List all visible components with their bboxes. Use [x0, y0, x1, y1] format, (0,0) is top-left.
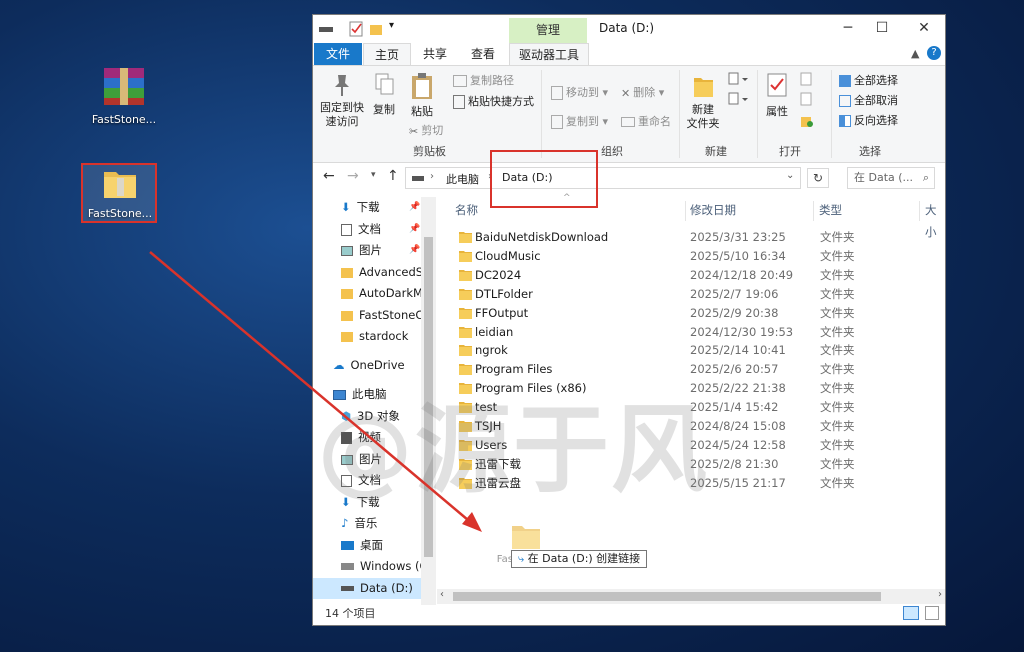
annotation-arrow: [149, 251, 482, 532]
